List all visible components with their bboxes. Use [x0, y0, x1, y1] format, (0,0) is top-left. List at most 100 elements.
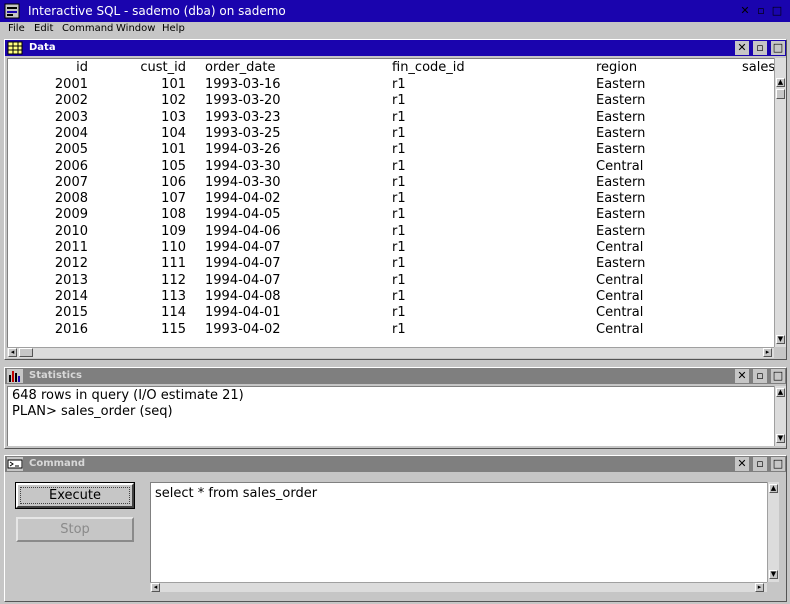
statistics-minimize-icon[interactable]: ▫ — [753, 369, 767, 383]
menu-window[interactable]: Window — [116, 22, 155, 36]
cell-id: 2011 — [54, 240, 88, 255]
cell-id: 2010 — [54, 223, 88, 239]
cell-order-date: 1994-04-07 — [205, 256, 281, 272]
cell-id: 2016 — [54, 321, 88, 337]
cell-order-date: 1994-04-01 — [205, 305, 281, 321]
cell-cust-id: 110 — [161, 240, 186, 255]
menu-command[interactable]: Command — [62, 22, 113, 36]
sql-horizontal-scrollbar[interactable]: ◂ ▸ — [150, 582, 767, 592]
cell-cust-id: 114 — [161, 305, 186, 321]
data-window-title-bar[interactable]: Data ✕ ▫ □ — [5, 40, 786, 56]
cell-region: Eastern — [596, 142, 646, 158]
cell-cust-id: 104 — [161, 125, 186, 141]
statistics-window-title-bar[interactable]: Statistics ✕ ▫ □ — [5, 368, 786, 384]
sql-scroll-right-icon[interactable]: ▸ — [755, 583, 764, 592]
column-header-id[interactable]: id — [8, 60, 88, 75]
cell-cust-id: 108 — [161, 207, 186, 223]
menu-edit[interactable]: Edit — [34, 22, 53, 36]
data-horizontal-scroll-thumb[interactable] — [19, 348, 33, 357]
data-close-icon[interactable]: ✕ — [735, 41, 749, 55]
cell-id: 2006 — [54, 158, 88, 174]
cell-fin-code-id: r1 — [392, 272, 406, 288]
column-header-order-date[interactable]: order_date — [205, 60, 275, 75]
command-maximize-icon[interactable]: □ — [771, 457, 785, 471]
command-icon[interactable] — [7, 457, 23, 471]
cell-fin-code-id: r1 — [392, 125, 406, 141]
statistics-vertical-scrollbar[interactable]: ▲ ▼ — [774, 386, 786, 446]
cell-cust-id: 106 — [161, 174, 186, 190]
data-horizontal-scrollbar[interactable]: ◂ ▸ — [7, 347, 774, 358]
statistics-scroll-up-icon[interactable]: ▲ — [776, 388, 785, 397]
cell-region: Eastern — [596, 174, 646, 190]
sql-editor[interactable]: select * from sales_order — [150, 482, 767, 582]
data-window-title: Data — [29, 42, 56, 53]
command-window: Command ✕ ▫ □ Execute Stop select * from… — [4, 455, 787, 602]
minimize-icon[interactable]: ▫ — [754, 4, 768, 18]
cell-id: 2013 — [54, 272, 88, 288]
close-icon[interactable]: ✕ — [738, 4, 752, 18]
app-icon[interactable] — [4, 3, 20, 19]
stop-button-label: Stop — [60, 522, 90, 537]
cell-fin-code-id: r1 — [392, 207, 406, 223]
cell-region: Eastern — [596, 77, 646, 92]
statistics-maximize-icon[interactable]: □ — [771, 369, 785, 383]
cell-order-date: 1994-04-06 — [205, 223, 281, 239]
sql-scroll-left-icon[interactable]: ◂ — [151, 583, 160, 592]
command-close-icon[interactable]: ✕ — [735, 457, 749, 471]
data-minimize-icon[interactable]: ▫ — [753, 41, 767, 55]
cell-order-date: 1994-04-05 — [205, 207, 281, 223]
cell-order-date: 1993-03-16 — [205, 77, 281, 92]
cell-region: Eastern — [596, 93, 646, 109]
cell-order-date: 1993-03-23 — [205, 109, 281, 125]
cell-order-date: 1994-04-07 — [205, 240, 281, 255]
statistics-close-icon[interactable]: ✕ — [735, 369, 749, 383]
grid-icon[interactable] — [7, 41, 23, 55]
menu-command-label: Command — [62, 23, 114, 34]
scroll-right-icon[interactable]: ▸ — [763, 348, 772, 357]
cell-id: 2012 — [54, 256, 88, 272]
cell-id: 2002 — [54, 93, 88, 109]
cell-region: Eastern — [596, 256, 646, 272]
scroll-up-icon[interactable]: ▲ — [776, 78, 785, 87]
app-title-bar[interactable]: Interactive SQL - sademo (dba) on sademo… — [0, 0, 790, 22]
menu-bar: File Edit Command Window Help — [0, 22, 790, 36]
data-maximize-icon[interactable]: □ — [771, 41, 785, 55]
command-window-title: Command — [29, 458, 86, 469]
cell-cust-id: 105 — [161, 158, 186, 174]
sql-scroll-up-icon[interactable]: ▲ — [769, 484, 778, 493]
column-header-cust-id[interactable]: cust_id — [104, 60, 186, 75]
cell-order-date: 1993-03-20 — [205, 93, 281, 109]
sql-vertical-scrollbar[interactable]: ▲ ▼ — [767, 482, 779, 582]
data-grid[interactable]: id cust_id order_date fin_code_id region… — [7, 58, 774, 347]
command-window-title-bar[interactable]: Command ✕ ▫ □ — [5, 456, 786, 472]
sql-scroll-down-icon[interactable]: ▼ — [769, 570, 778, 579]
menu-help[interactable]: Help — [162, 22, 185, 36]
data-vertical-scroll-thumb[interactable] — [776, 89, 785, 99]
cell-fin-code-id: r1 — [392, 109, 406, 125]
column-header-region[interactable]: region — [596, 60, 637, 75]
cell-id: 2003 — [54, 109, 88, 125]
bar-chart-icon[interactable] — [7, 369, 23, 383]
menu-window-label: Window — [116, 23, 156, 34]
cell-region: Central — [596, 158, 644, 174]
menu-edit-label: Edit — [34, 23, 54, 34]
cell-cust-id: 107 — [161, 191, 186, 207]
menu-file[interactable]: File — [8, 22, 25, 36]
cell-fin-code-id: r1 — [392, 174, 406, 190]
statistics-window: Statistics ✕ ▫ □ 648 rows in query (I/O … — [4, 367, 787, 449]
stop-button[interactable]: Stop — [16, 517, 134, 542]
statistics-output[interactable]: 648 rows in query (I/O estimate 21) PLAN… — [7, 386, 774, 446]
cell-region: Central — [596, 288, 644, 304]
maximize-icon[interactable]: □ — [770, 4, 784, 18]
execute-button[interactable]: Execute — [15, 482, 135, 509]
cell-fin-code-id: r1 — [392, 223, 406, 239]
data-vertical-scrollbar[interactable]: ▲ ▼ — [774, 58, 786, 347]
statistics-scroll-down-icon[interactable]: ▼ — [776, 434, 785, 443]
command-minimize-icon[interactable]: ▫ — [753, 457, 767, 471]
column-header-fin-code-id[interactable]: fin_code_id — [392, 60, 465, 75]
scroll-left-icon[interactable]: ◂ — [8, 348, 17, 357]
scroll-down-icon[interactable]: ▼ — [776, 335, 785, 344]
column-header-sales[interactable]: sales — [742, 60, 774, 75]
cell-order-date: 1994-03-30 — [205, 174, 281, 190]
cell-fin-code-id: r1 — [392, 77, 406, 92]
